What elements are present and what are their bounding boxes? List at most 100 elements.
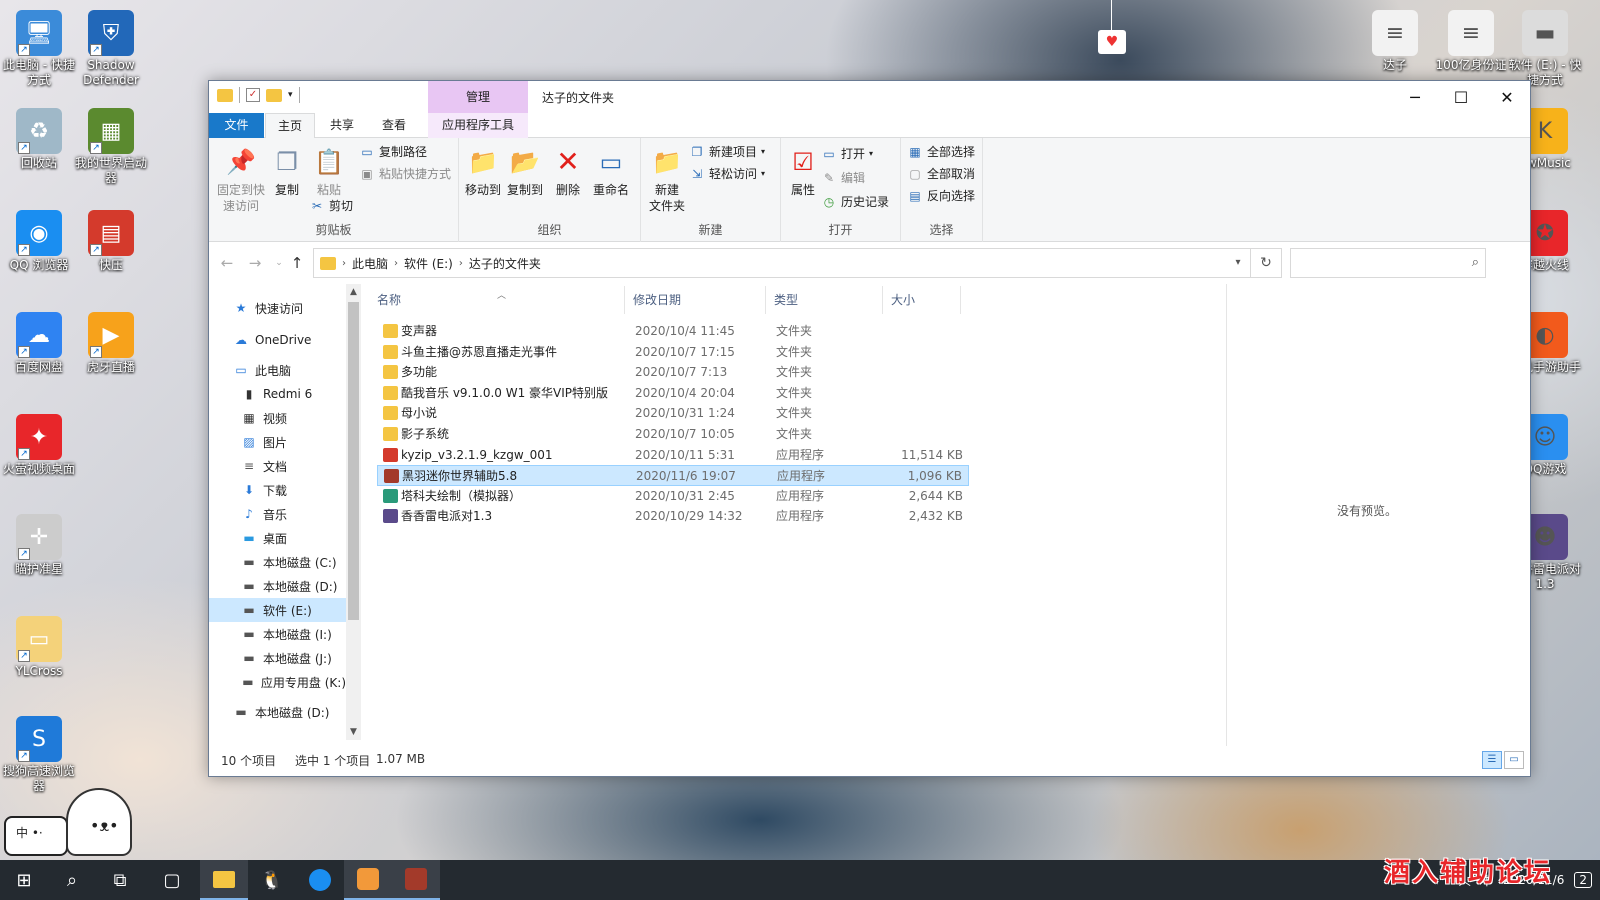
paste-shortcut-button[interactable]: ▣ 粘贴快捷方式 [359, 164, 451, 184]
column-name[interactable]: ︿ 名称 [369, 286, 625, 314]
nav-item[interactable]: ♪ 音乐 [209, 502, 346, 526]
cut-button[interactable]: ✂ 剪切 [309, 196, 353, 216]
desktop-icon[interactable]: ☁ ↗ 百度网盘 [0, 312, 78, 375]
scroll-thumb[interactable] [348, 302, 359, 620]
copy-path-button[interactable]: ▭ 复制路径 [359, 142, 427, 162]
file-explorer-taskbar-icon[interactable] [200, 860, 248, 900]
nav-scrollbar[interactable]: ▲ ▼ [346, 284, 361, 740]
file-row[interactable]: 香香雷电派对1.3 2020/10/29 14:32 应用程序 2,432 KB [377, 506, 969, 527]
breadcrumb-separator[interactable]: › [394, 258, 398, 269]
nav-item[interactable]: ▬ 应用专用盘 (K:) [209, 670, 346, 694]
search-input[interactable]: ⌕ [1290, 248, 1486, 278]
context-tab-manage[interactable]: 管理 [428, 81, 528, 113]
notification-badge[interactable]: 2 [1574, 872, 1592, 888]
nav-item[interactable]: ▬ 本地磁盘 (D:) [209, 700, 346, 724]
nav-item[interactable]: ▬ 本地磁盘 (J:) [209, 646, 346, 670]
history-button[interactable]: ◷ 历史记录 [821, 192, 889, 212]
address-dropdown-button[interactable]: ▾ [1226, 248, 1250, 278]
file-row[interactable]: 变声器 2020/10/4 11:45 文件夹 [377, 321, 969, 342]
nav-item[interactable]: ≡ 文档 [209, 454, 346, 478]
nav-item[interactable]: ▬ 本地磁盘 (I:) [209, 622, 346, 646]
breadcrumb-this-pc[interactable]: 此电脑 [352, 255, 388, 272]
task-view-icon[interactable]: ⧉ [96, 860, 144, 900]
file-row[interactable]: 影子系统 2020/10/7 10:05 文件夹 [377, 424, 969, 445]
file-row[interactable]: 多功能 2020/10/7 7:13 文件夹 [377, 362, 969, 383]
delete-button[interactable]: ✕ 删除 [549, 146, 587, 198]
properties-button[interactable]: ☑ 属性 [783, 146, 823, 198]
scroll-down-arrow[interactable]: ▼ [346, 724, 361, 740]
app-taskbar-icon[interactable] [344, 860, 392, 900]
invert-selection-button[interactable]: ▤ 反向选择 [907, 186, 975, 206]
new-item-button[interactable]: ❐ 新建项目 ▾ [689, 142, 765, 162]
file-row[interactable]: 塔科夫绘制（模拟器） 2020/10/31 2:45 应用程序 2,644 KB [377, 486, 969, 507]
copy-button[interactable]: ❐ 复制 [263, 146, 311, 198]
paste-button[interactable]: 📋 粘贴 [305, 146, 353, 198]
start-button[interactable]: ⊞ [0, 860, 48, 900]
refresh-button[interactable]: ↻ [1250, 248, 1282, 278]
move-to-button[interactable]: 📁 移动到 [459, 146, 507, 198]
rename-button[interactable]: ▭ 重命名 [587, 146, 635, 198]
folder-icon[interactable] [217, 88, 233, 102]
breadcrumb-current-folder[interactable]: 达子的文件夹 [469, 255, 541, 272]
select-all-button[interactable]: ▦ 全部选择 [907, 142, 975, 162]
desktop-icon[interactable]: S ↗ 搜狗高速浏览器 [0, 716, 78, 794]
easy-access-button[interactable]: ⇲ 轻松访问 ▾ [689, 164, 765, 184]
properties-icon[interactable]: ✓ [246, 88, 260, 102]
forward-button[interactable]: → [243, 253, 267, 273]
tab-view[interactable]: 查看 [369, 113, 419, 138]
column-type[interactable]: 类型 [766, 286, 883, 314]
pin-quick-access-button[interactable]: 📌 固定到快速访问 [215, 146, 267, 214]
details-view-button[interactable]: ☰ [1482, 751, 1502, 769]
edit-button[interactable]: ✎ 编辑 [821, 168, 865, 188]
desktop-icon[interactable]: ✛ ↗ 瞄护准星 [0, 514, 78, 577]
nav-item[interactable]: ▬ 桌面 [209, 526, 346, 550]
desktop-icon[interactable]: ▦ ↗ 我的世界启动器 [72, 108, 150, 186]
scroll-up-arrow[interactable]: ▲ [346, 284, 361, 300]
nav-item[interactable]: ⬇ 下载 [209, 478, 346, 502]
desktop-icon[interactable]: ♻ ↗ 回收站 [0, 108, 78, 171]
tab-share[interactable]: 共享 [317, 113, 367, 138]
desktop-icon[interactable]: ▬ 软件 (E:) - 快捷方式 [1506, 10, 1584, 88]
breadcrumb-separator[interactable]: › [459, 258, 463, 269]
new-folder-button[interactable]: 📁 新建 文件夹 [643, 146, 691, 214]
new-folder-icon[interactable] [266, 88, 282, 102]
desktop-icon[interactable]: ≡ 100亿身份证 [1432, 10, 1510, 73]
desktop-icon[interactable]: ⛨ ↗ Shadow Defender [72, 10, 150, 88]
desktop-icon[interactable]: ◉ ↗ QQ 浏览器 [0, 210, 78, 273]
column-date[interactable]: 修改日期 [625, 286, 766, 314]
nav-item[interactable]: ▨ 图片 [209, 430, 346, 454]
maximize-button[interactable]: ☐ [1438, 81, 1484, 113]
desktop-icon[interactable]: ▤ ↗ 快压 [72, 210, 150, 273]
open-button[interactable]: ▭ 打开 ▾ [821, 144, 873, 164]
minimize-button[interactable]: ─ [1392, 81, 1438, 113]
desktop-icon[interactable]: ✦ ↗ 火萤视频桌面 [0, 414, 78, 477]
desktop-icon[interactable]: 🖥 ↗ 此电脑 - 快捷方式 [0, 10, 78, 88]
back-button[interactable]: ← [215, 253, 239, 273]
customize-quick-access-icon[interactable]: ▾ [288, 90, 293, 100]
tab-file[interactable]: 文件 [209, 113, 264, 138]
nav-item[interactable]: ▬ 软件 (E:) [209, 598, 346, 622]
desktop-icon[interactable]: ≡ 达子 [1356, 10, 1434, 73]
desktop-icon[interactable]: ▭ ↗ YLCross [0, 616, 78, 679]
nav-item[interactable]: ★ 快速访问 [209, 296, 346, 320]
up-button[interactable]: ↑ [285, 253, 309, 273]
breadcrumb-separator[interactable]: › [342, 258, 346, 269]
tab-home[interactable]: 主页 [265, 113, 315, 139]
nav-item[interactable]: ☁ OneDrive [209, 328, 346, 352]
app-icon[interactable]: ▢ [148, 860, 196, 900]
large-icons-view-button[interactable]: ▭ [1504, 751, 1524, 769]
tab-app-tools[interactable]: 应用程序工具 [428, 113, 528, 138]
copy-to-button[interactable]: 📂 复制到 [501, 146, 549, 198]
qq-browser-taskbar-icon[interactable] [296, 860, 344, 900]
search-icon[interactable]: ⌕ [48, 860, 96, 900]
nav-item[interactable]: ▬ 本地磁盘 (D:) [209, 574, 346, 598]
ime-indicator[interactable]: 中 •· [4, 816, 68, 856]
file-row[interactable]: 斗鱼主播@苏恩直播走光事件 2020/10/7 17:15 文件夹 [377, 342, 969, 363]
select-none-button[interactable]: ▢ 全部取消 [907, 164, 975, 184]
qq-taskbar-icon[interactable]: 🐧 [248, 860, 296, 900]
breadcrumb-drive-e[interactable]: 软件 (E:) [404, 255, 453, 272]
file-row[interactable]: 母小说 2020/10/31 1:24 文件夹 [377, 403, 969, 424]
nav-item[interactable]: ▦ 视频 [209, 406, 346, 430]
file-row[interactable]: kyzip_v3.2.1.9_kzgw_001 2020/10/11 5:31 应用… [377, 445, 969, 466]
nav-item[interactable]: ▬ 本地磁盘 (C:) [209, 550, 346, 574]
